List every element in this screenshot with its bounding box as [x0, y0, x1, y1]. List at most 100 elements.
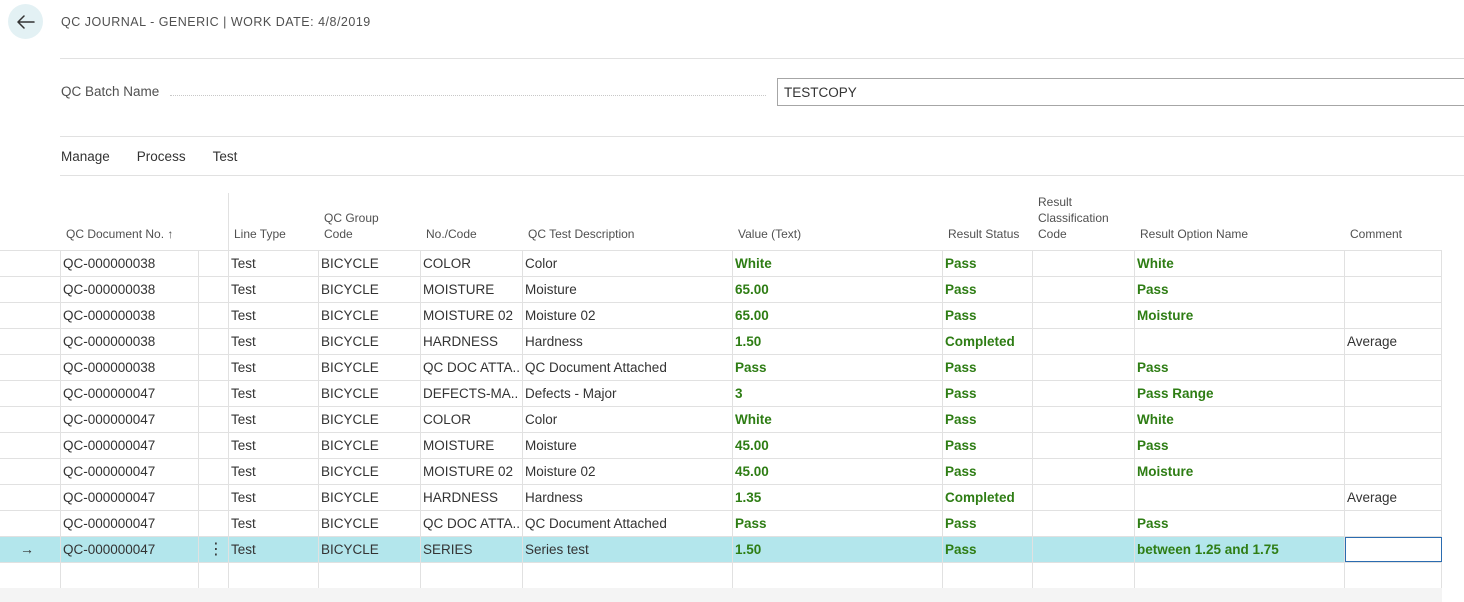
cell-value-text[interactable]: White [735, 407, 772, 432]
table-row-empty[interactable] [0, 563, 1442, 589]
cell-result-option[interactable]: Pass [1137, 433, 1169, 458]
cell-doc-no[interactable]: QC-000000038 [63, 303, 155, 328]
cell-line-type[interactable]: Test [231, 381, 256, 406]
cell-group-code[interactable]: BICYCLE [321, 459, 379, 484]
action-process[interactable]: Process [137, 149, 186, 164]
cell-group-code[interactable]: BICYCLE [321, 381, 379, 406]
cell-test-desc[interactable]: Color [525, 251, 557, 276]
table-row[interactable]: QC-000000047 Test BICYCLE SERIES Series test… [0, 537, 1442, 563]
cell-result-status[interactable]: Pass [945, 433, 977, 458]
cell-group-code[interactable]: BICYCLE [321, 277, 379, 302]
cell-result-option[interactable]: Pass [1137, 277, 1169, 302]
cell-group-code[interactable]: BICYCLE [321, 407, 379, 432]
table-row[interactable]: QC-000000047 Test BICYCLE MOISTURE Moisture 4… [0, 433, 1442, 459]
cell-result-status[interactable]: Pass [945, 251, 977, 276]
cell-doc-no[interactable]: QC-000000038 [63, 277, 155, 302]
cell-result-status[interactable]: Pass [945, 511, 977, 536]
cell-test-desc[interactable]: Moisture [525, 433, 577, 458]
cell-line-type[interactable]: Test [231, 277, 256, 302]
cell-line-type[interactable]: Test [231, 329, 256, 354]
cell-test-desc[interactable]: Series test [525, 537, 589, 562]
table-row[interactable]: QC-000000047 Test BICYCLE DEFECTS-MA... Defe… [0, 381, 1442, 407]
col-header-comment[interactable]: Comment [1350, 226, 1402, 242]
cell-no-code[interactable]: HARDNESS [423, 329, 519, 354]
cell-value-text[interactable]: 1.50 [735, 537, 761, 562]
cell-result-option[interactable]: Pass Range [1137, 381, 1214, 406]
cell-no-code[interactable]: MOISTURE [423, 433, 519, 458]
cell-value-text[interactable]: 1.35 [735, 485, 761, 510]
cell-result-status[interactable]: Completed [945, 485, 1015, 510]
cell-value-text[interactable]: Pass [735, 511, 767, 536]
table-row[interactable]: QC-000000047 Test BICYCLE HARDNESS Hardness 1… [0, 485, 1442, 511]
col-header-test-desc[interactable]: QC Test Description [528, 226, 634, 242]
cell-group-code[interactable]: BICYCLE [321, 485, 379, 510]
batch-name-input[interactable]: TESTCOPY [777, 78, 1464, 106]
cell-no-code[interactable]: MOISTURE 02 [423, 303, 519, 328]
back-button[interactable] [8, 4, 43, 39]
cell-doc-no[interactable]: QC-000000047 [63, 407, 155, 432]
cell-line-type[interactable]: Test [231, 303, 256, 328]
cell-no-code[interactable]: QC DOC ATTA... [423, 355, 519, 380]
cell-doc-no[interactable]: QC-000000047 [63, 537, 155, 562]
col-header-doc-no[interactable]: QC Document No. ↑ [66, 226, 173, 242]
col-header-group-code[interactable]: QC Group Code [324, 210, 394, 242]
cell-result-status[interactable]: Pass [945, 407, 977, 432]
cell-group-code[interactable]: BICYCLE [321, 511, 379, 536]
cell-test-desc[interactable]: Color [525, 407, 557, 432]
cell-result-option[interactable]: Moisture [1137, 459, 1193, 484]
col-header-result-status[interactable]: Result Status [948, 226, 1019, 242]
cell-group-code[interactable]: BICYCLE [321, 355, 379, 380]
cell-result-option[interactable]: Pass [1137, 355, 1169, 380]
cell-result-status[interactable]: Pass [945, 459, 977, 484]
cell-result-option[interactable]: between 1.25 and 1.75 [1137, 537, 1279, 562]
table-row[interactable]: QC-000000038 Test BICYCLE HARDNESS Hardness 1… [0, 329, 1442, 355]
table-row[interactable]: QC-000000038 Test BICYCLE COLOR Color White Pa… [0, 251, 1442, 277]
cell-value-text[interactable]: 45.00 [735, 459, 769, 484]
cell-test-desc[interactable]: Moisture 02 [525, 303, 596, 328]
cell-group-code[interactable]: BICYCLE [321, 537, 379, 562]
col-header-result-classification[interactable]: Result Classification Code [1038, 194, 1120, 242]
cell-result-status[interactable]: Pass [945, 277, 977, 302]
cell-test-desc[interactable]: Defects - Major [525, 381, 617, 406]
cell-value-text[interactable]: 45.00 [735, 433, 769, 458]
cell-line-type[interactable]: Test [231, 459, 256, 484]
cell-doc-no[interactable]: QC-000000047 [63, 459, 155, 484]
table-row[interactable]: QC-000000047 Test BICYCLE MOISTURE 02 Moistu… [0, 459, 1442, 485]
cell-comment[interactable]: Average [1347, 329, 1397, 354]
cell-line-type[interactable]: Test [231, 485, 256, 510]
cell-test-desc[interactable]: QC Document Attached [525, 355, 667, 380]
cell-group-code[interactable]: BICYCLE [321, 329, 379, 354]
cell-result-option[interactable]: White [1137, 407, 1174, 432]
cell-no-code[interactable]: QC DOC ATTA... [423, 511, 519, 536]
cell-test-desc[interactable]: Moisture 02 [525, 459, 596, 484]
cell-doc-no[interactable]: QC-000000038 [63, 329, 155, 354]
cell-result-status[interactable]: Pass [945, 537, 977, 562]
cell-test-desc[interactable]: QC Document Attached [525, 511, 667, 536]
table-row[interactable]: QC-000000038 Test BICYCLE MOISTURE Moisture 6… [0, 277, 1442, 303]
cell-group-code[interactable]: BICYCLE [321, 303, 379, 328]
table-row[interactable]: QC-000000047 Test BICYCLE COLOR Color White Pa… [0, 407, 1442, 433]
cell-no-code[interactable]: HARDNESS [423, 485, 519, 510]
action-test[interactable]: Test [213, 149, 238, 164]
cell-result-option[interactable]: White [1137, 251, 1174, 276]
cell-no-code[interactable]: MOISTURE [423, 277, 519, 302]
cell-test-desc[interactable]: Moisture [525, 277, 577, 302]
cell-group-code[interactable]: BICYCLE [321, 433, 379, 458]
cell-no-code[interactable]: MOISTURE 02 [423, 459, 519, 484]
cell-value-text[interactable]: White [735, 251, 772, 276]
cell-doc-no[interactable]: QC-000000038 [63, 355, 155, 380]
cell-no-code[interactable]: COLOR [423, 407, 519, 432]
cell-result-status[interactable]: Pass [945, 381, 977, 406]
table-row[interactable]: QC-000000038 Test BICYCLE MOISTURE 02 Moistu… [0, 303, 1442, 329]
cell-no-code[interactable]: SERIES [423, 537, 519, 562]
cell-line-type[interactable]: Test [231, 511, 256, 536]
comment-input[interactable] [1345, 537, 1442, 562]
cell-doc-no[interactable]: QC-000000047 [63, 381, 155, 406]
cell-no-code[interactable]: DEFECTS-MA... [423, 381, 519, 406]
col-header-line-type[interactable]: Line Type [234, 226, 286, 242]
cell-comment[interactable]: Average [1347, 485, 1397, 510]
cell-doc-no[interactable]: QC-000000047 [63, 485, 155, 510]
cell-line-type[interactable]: Test [231, 537, 256, 562]
col-header-result-option[interactable]: Result Option Name [1140, 226, 1248, 242]
cell-result-status[interactable]: Pass [945, 355, 977, 380]
